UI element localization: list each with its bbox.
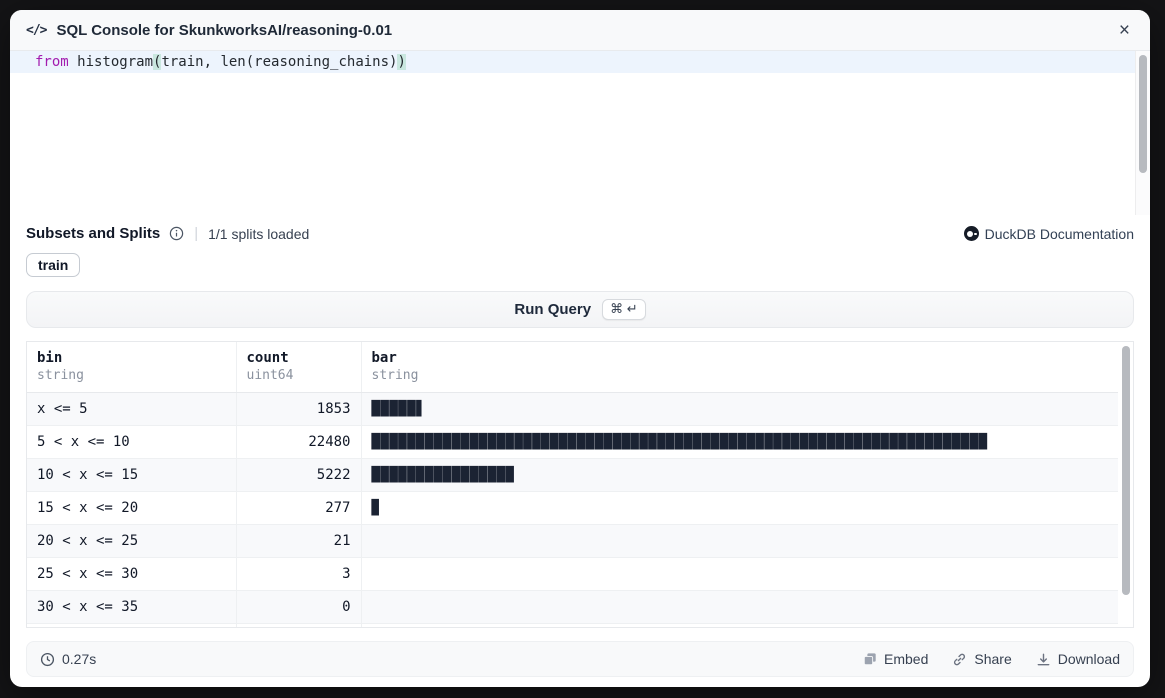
- table-row: 35 < x <= 40 0: [27, 623, 1118, 628]
- count-cell: 21: [236, 524, 361, 557]
- divider: |: [193, 225, 199, 242]
- close-icon[interactable]: ×: [1115, 19, 1134, 42]
- count-cell: 277: [236, 491, 361, 524]
- split-tab-train[interactable]: train: [26, 253, 80, 277]
- table-row: 20 < x <= 25 21: [27, 524, 1118, 557]
- editor-scrollbar-thumb[interactable]: [1139, 55, 1147, 173]
- count-cell: 0: [236, 623, 361, 628]
- code-icon: </>: [26, 23, 46, 38]
- download-button[interactable]: Download: [1036, 651, 1120, 667]
- bin-cell: 15 < x <= 20: [27, 491, 236, 524]
- sql-close-paren: ): [397, 54, 405, 70]
- sql-keyword: from: [35, 54, 69, 70]
- modal-body: Subsets and Splits | 1/1 splits loaded D…: [10, 215, 1150, 687]
- bin-cell: 20 < x <= 25: [27, 524, 236, 557]
- table-header-row: bin string count uint64 bar string: [27, 342, 1118, 392]
- bar-cell: [361, 524, 1118, 557]
- subsets-title: Subsets and Splits: [26, 225, 160, 242]
- embed-button[interactable]: Embed: [863, 651, 928, 667]
- run-query-button[interactable]: Run Query ⌘ ↵: [26, 291, 1134, 328]
- subsets-row: Subsets and Splits | 1/1 splits loaded D…: [26, 225, 1134, 242]
- column-header-bin[interactable]: bin string: [27, 342, 236, 392]
- query-duration-value: 0.27s: [62, 651, 96, 667]
- column-header-count[interactable]: count uint64: [236, 342, 361, 392]
- duckdb-docs-label: DuckDB Documentation: [985, 226, 1134, 242]
- keyboard-shortcut-badge: ⌘ ↵: [602, 299, 646, 320]
- bin-cell: 30 < x <= 35: [27, 590, 236, 623]
- share-link-icon: [952, 652, 967, 667]
- sql-editor[interactable]: from histogram(train, len(reasoning_chai…: [10, 51, 1150, 215]
- table-row: 5 < x <= 10 22480 ██████████████████████…: [27, 425, 1118, 458]
- modal-title: SQL Console for SkunkworksAI/reasoning-0…: [56, 22, 392, 39]
- bar-cell: ▉: [361, 491, 1118, 524]
- sql-query-line[interactable]: from histogram(train, len(reasoning_chai…: [10, 51, 1135, 73]
- table-row: x <= 5 1853 █████▋: [27, 392, 1118, 425]
- editor-scrollbar[interactable]: [1135, 51, 1150, 215]
- table-row: 10 < x <= 15 5222 ████████████████: [27, 458, 1118, 491]
- bin-cell: 10 < x <= 15: [27, 458, 236, 491]
- bar-cell: ████████████████████████████████████████…: [361, 425, 1118, 458]
- bin-cell: 5 < x <= 10: [27, 425, 236, 458]
- sql-console-modal: </> SQL Console for SkunkworksAI/reasoni…: [10, 10, 1150, 687]
- duckdb-icon: [964, 226, 979, 241]
- bar-cell: [361, 557, 1118, 590]
- count-cell: 1853: [236, 392, 361, 425]
- table-row: 30 < x <= 35 0: [27, 590, 1118, 623]
- bar-cell: █████▋: [361, 392, 1118, 425]
- download-icon: [1036, 652, 1051, 667]
- sql-arguments: train, len(reasoning_chains): [161, 54, 397, 70]
- splits-loaded-status: 1/1 splits loaded: [208, 226, 309, 242]
- table-scrollbar[interactable]: [1121, 344, 1131, 625]
- sql-function: histogram: [69, 54, 153, 70]
- bin-cell: 25 < x <= 30: [27, 557, 236, 590]
- count-cell: 3: [236, 557, 361, 590]
- footer-actions: Embed Share Download: [863, 651, 1120, 667]
- modal-footer: 0.27s Embed Share: [26, 641, 1134, 677]
- embed-icon: [863, 652, 877, 666]
- share-button[interactable]: Share: [952, 651, 1011, 667]
- results-table: bin string count uint64 bar string: [26, 341, 1134, 628]
- bar-cell: ████████████████: [361, 458, 1118, 491]
- count-cell: 0: [236, 590, 361, 623]
- clock-icon: [40, 652, 55, 667]
- modal-header: </> SQL Console for SkunkworksAI/reasoni…: [10, 10, 1150, 51]
- bar-cell: [361, 590, 1118, 623]
- duckdb-docs-link[interactable]: DuckDB Documentation: [964, 226, 1134, 242]
- run-query-label: Run Query: [514, 301, 591, 318]
- query-duration: 0.27s: [40, 651, 96, 667]
- info-icon[interactable]: [169, 226, 184, 241]
- table-scrollbar-thumb[interactable]: [1122, 346, 1130, 595]
- table-row: 25 < x <= 30 3: [27, 557, 1118, 590]
- bar-cell: [361, 623, 1118, 628]
- count-cell: 5222: [236, 458, 361, 491]
- bin-cell: 35 < x <= 40: [27, 623, 236, 628]
- bin-cell: x <= 5: [27, 392, 236, 425]
- count-cell: 22480: [236, 425, 361, 458]
- column-header-bar[interactable]: bar string: [361, 342, 1118, 392]
- table-row: 15 < x <= 20 277 ▉: [27, 491, 1118, 524]
